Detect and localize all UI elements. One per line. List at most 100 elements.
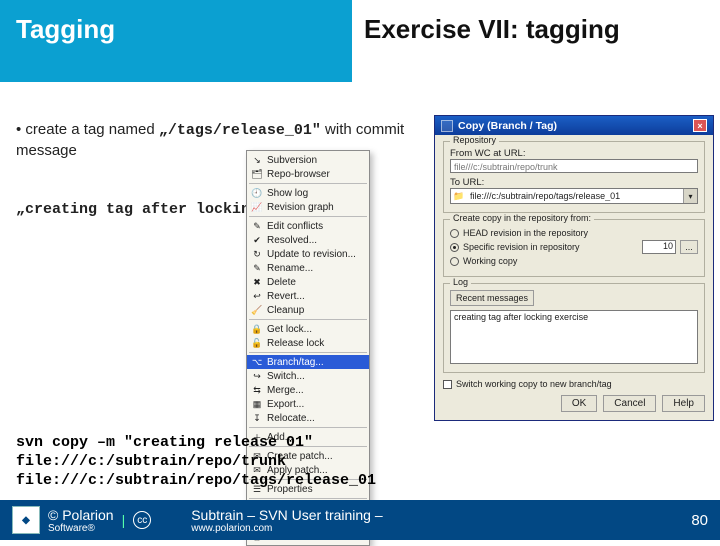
dialog-buttons: OK Cancel Help — [443, 395, 705, 412]
menu-item-label: Subversion — [267, 155, 317, 166]
menu-item-icon: ↘ — [251, 154, 263, 166]
menu-item-icon: ⌥ — [251, 356, 263, 368]
menu-item[interactable]: ✎ Edit conflicts — [247, 219, 369, 233]
recent-messages-button[interactable]: Recent messages — [450, 290, 534, 306]
menu-item-label: Relocate... — [267, 413, 315, 424]
folder-icon: 📁 — [453, 190, 465, 202]
menu-item-label: Edit conflicts — [267, 221, 323, 232]
polarion-logo-icon: ◆ — [12, 506, 40, 534]
menu-item-label: Release lock — [267, 338, 324, 349]
menu-item[interactable]: ↧ Relocate... — [247, 411, 369, 425]
switch-check-label: Switch working copy to new branch/tag — [456, 379, 612, 389]
menu-item-icon: ↪ — [251, 370, 263, 382]
menu-item[interactable]: 🕘Show log — [247, 186, 369, 200]
footer-center-text: Subtrain – SVN User training – — [191, 507, 691, 523]
header-left-title: Tagging — [0, 0, 352, 82]
log-text-area[interactable]: creating tag after locking exercise — [450, 310, 698, 364]
menu-item-label: Rename... — [267, 263, 313, 274]
radio-specific-label: Specific revision in repository — [463, 242, 580, 252]
menu-item-label: Revert... — [267, 291, 305, 302]
menu-item[interactable]: ↪ Switch... — [247, 369, 369, 383]
commit-msg: „creating tag after locking exercise" — [16, 200, 436, 226]
cc-icon: cc — [133, 511, 151, 529]
header-right-title: Exercise VII: tagging — [352, 0, 720, 82]
footer-copyright-2: Software® — [48, 523, 114, 534]
menu-item-icon: 🔒 — [251, 323, 263, 335]
menu-item-icon: ✔ — [251, 234, 263, 246]
menu-item[interactable]: 📈 Revision graph — [247, 200, 369, 214]
log-legend: Log — [450, 277, 471, 287]
menu-item-label: Branch/tag... — [267, 357, 324, 368]
menu-item[interactable]: ⇆ Merge... — [247, 383, 369, 397]
menu-item[interactable]: ✖ Delete — [247, 275, 369, 289]
from-label: From WC at URL: — [450, 148, 698, 159]
copy-branch-tag-dialog: Copy (Branch / Tag) × Repository From WC… — [434, 115, 714, 421]
menu-item-icon: ↧ — [251, 412, 263, 424]
slide-header: Tagging Exercise VII: tagging — [0, 0, 720, 82]
footer-separator: | — [122, 512, 126, 528]
menu-item-icon: 🕘 — [251, 187, 263, 199]
menu-item-icon: 📈 — [251, 201, 263, 213]
menu-item-label: Revision graph — [267, 202, 334, 213]
cancel-button[interactable]: Cancel — [603, 395, 656, 412]
from-url: file///c:/subtrain/repo/trunk — [450, 159, 698, 173]
menu-item-label: Cleanup — [267, 305, 304, 316]
menu-item-label: Update to revision... — [267, 249, 356, 260]
menu-item[interactable]: ⌥ Branch/tag... — [247, 355, 369, 369]
menu-item-icon: ▦ — [251, 398, 263, 410]
browse-revision-button[interactable]: ... — [680, 240, 698, 254]
cmd-line-1: svn copy –m "creating release 01" — [16, 434, 376, 453]
tag-name: „/tags/release_01" — [159, 122, 321, 139]
svn-command-block: svn copy –m "creating release 01" file:/… — [16, 434, 376, 490]
body-text: • create a tag named „/tags/release_01" … — [16, 120, 436, 168]
menu-item-label: Switch... — [267, 371, 305, 382]
menu-item[interactable]: 🧹Cleanup — [247, 303, 369, 317]
close-icon[interactable]: × — [693, 119, 707, 132]
to-url-label: To URL: — [450, 177, 698, 188]
menu-item-label: Export... — [267, 399, 304, 410]
menu-item-label: Resolved... — [267, 235, 317, 246]
menu-item[interactable]: ↩ Revert... — [247, 289, 369, 303]
footer-copyright: © Polarion — [48, 507, 114, 523]
dialog-title: Copy (Branch / Tag) — [458, 120, 557, 132]
menu-item-icon: ✎ — [251, 220, 263, 232]
menu-item-label: Merge... — [267, 385, 304, 396]
menu-item[interactable]: ↘ Subversion — [247, 153, 369, 167]
repository-group: Repository From WC at URL: file///c:/sub… — [443, 141, 705, 213]
menu-item[interactable]: ▦ Export... — [247, 397, 369, 411]
menu-item[interactable]: 🔓Release lock — [247, 336, 369, 350]
menu-item-icon: ⇆ — [251, 384, 263, 396]
to-url-value: file:///c:/subtrain/repo/tags/release_01 — [467, 191, 683, 201]
ok-button[interactable]: OK — [561, 395, 597, 412]
cmd-line-3: file:///c:/subtrain/repo/tags/release_01 — [16, 472, 376, 491]
commit-msg-text: „creating tag after locking exercise" — [16, 200, 436, 220]
radio-wc[interactable]: Working copy — [450, 256, 698, 266]
menu-item-icon: ↻ — [251, 248, 263, 260]
menu-item-icon: ↩ — [251, 290, 263, 302]
switch-working-copy-check[interactable]: Switch working copy to new branch/tag — [443, 379, 705, 389]
menu-item-icon: ✖ — [251, 276, 263, 288]
page-number: 80 — [691, 512, 708, 529]
radio-head[interactable]: HEAD revision in the repository — [450, 228, 698, 238]
menu-item[interactable]: ✎ Rename... — [247, 261, 369, 275]
slide-footer: ◆ © Polarion Software® | cc Subtrain – S… — [0, 500, 720, 540]
dialog-titlebar[interactable]: Copy (Branch / Tag) × — [435, 116, 713, 135]
menu-item[interactable]: ↻ Update to revision... — [247, 247, 369, 261]
menu-item[interactable]: 🔒 Get lock... — [247, 322, 369, 336]
repository-legend: Repository — [450, 135, 499, 145]
chevron-down-icon[interactable]: ▾ — [683, 189, 697, 203]
source-legend: Create copy in the repository from: — [450, 213, 594, 223]
radio-specific[interactable]: Specific revision in repository 10 ... — [450, 240, 698, 254]
menu-item-icon: 🗂 — [251, 168, 263, 180]
menu-item-label: Get lock... — [267, 324, 312, 335]
menu-item[interactable]: ✔ Resolved... — [247, 233, 369, 247]
help-button[interactable]: Help — [662, 395, 705, 412]
radio-wc-label: Working copy — [463, 256, 517, 266]
menu-item-icon: ✎ — [251, 262, 263, 274]
log-group: Log Recent messages creating tag after l… — [443, 283, 705, 373]
menu-item[interactable]: 🗂Repo-browser — [247, 167, 369, 181]
cmd-line-2: file:///c:/subtrain/repo/trunk — [16, 453, 376, 472]
revision-input[interactable]: 10 — [642, 240, 676, 254]
to-url-combo[interactable]: 📁 file:///c:/subtrain/repo/tags/release_… — [450, 188, 698, 204]
menu-item-label: Delete — [267, 277, 296, 288]
